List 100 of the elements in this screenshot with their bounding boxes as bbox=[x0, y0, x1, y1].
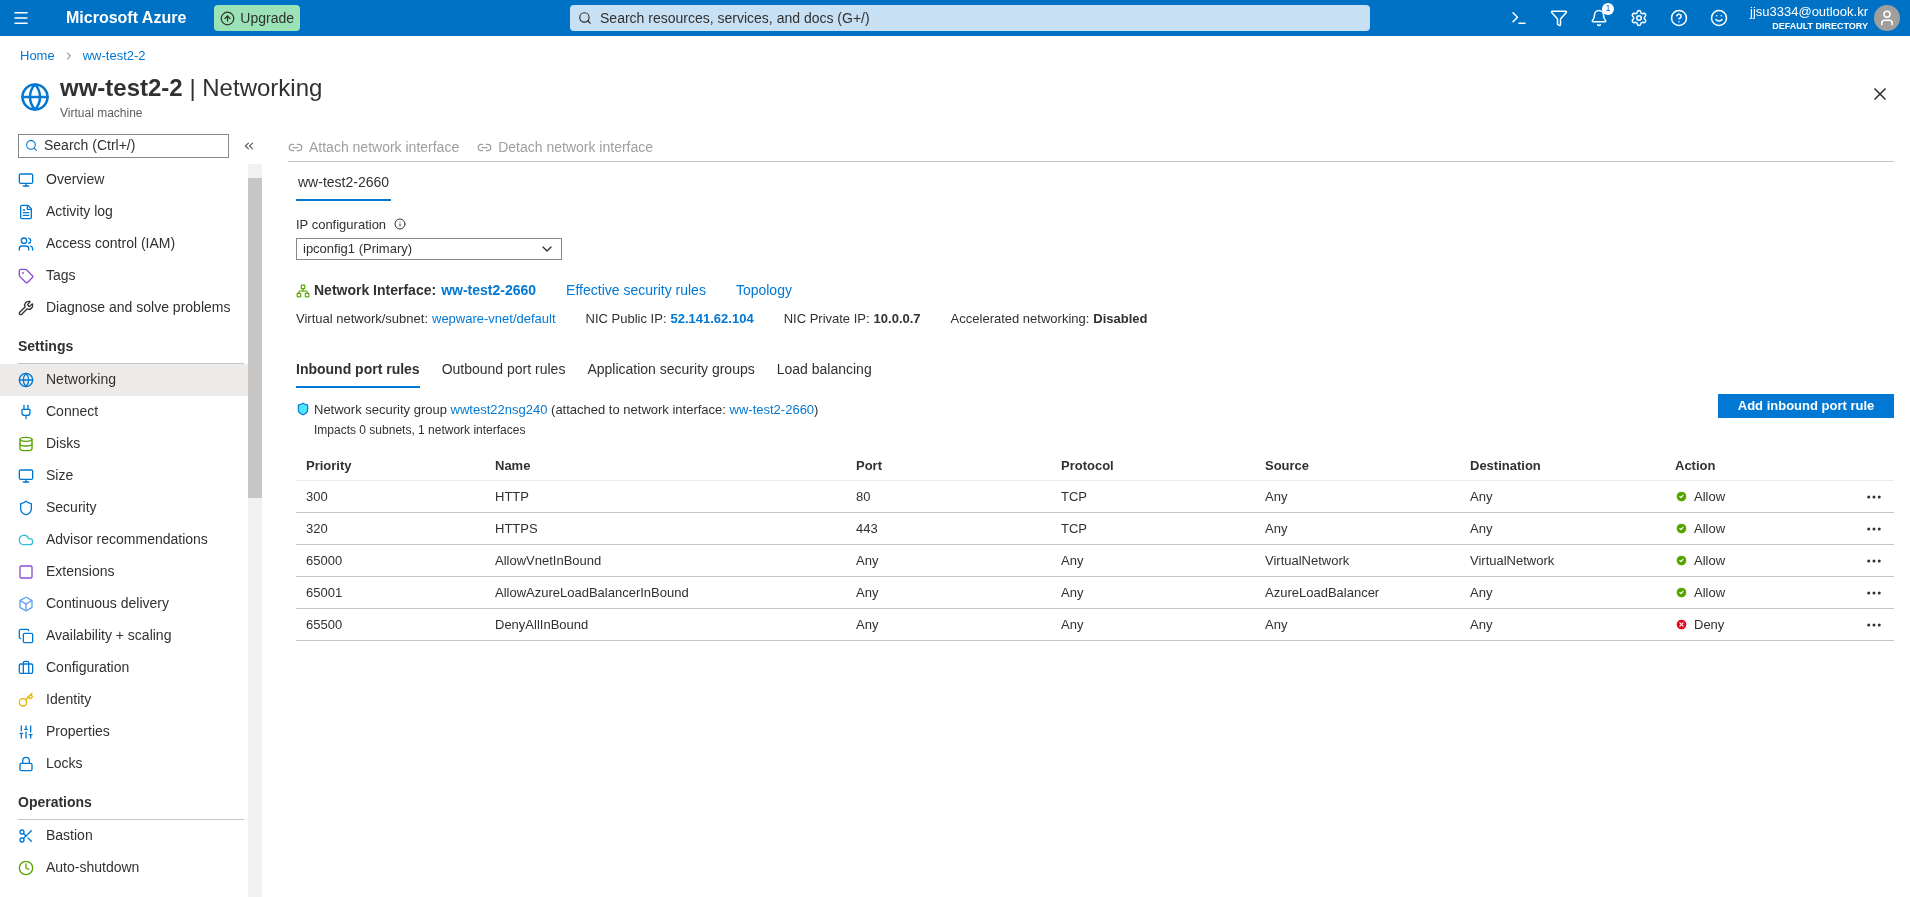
table-cell-text: 300 bbox=[305, 487, 329, 506]
nsg-description: Network security group wwtest22nsg240 (attached to network interface: ww-test2-2660) bbox=[314, 400, 819, 419]
detail-label: Virtual network/subnet: bbox=[296, 310, 428, 328]
brand-name[interactable]: Microsoft Azure bbox=[66, 6, 187, 30]
action-label: Allow bbox=[1694, 583, 1726, 602]
sidebar-item[interactable]: Bastion bbox=[0, 819, 248, 852]
table-cell-text: Any bbox=[1060, 583, 1085, 602]
action-label: Deny bbox=[1694, 615, 1725, 634]
detail-value: 10.0.0.7 bbox=[873, 310, 921, 328]
nsg-link[interactable]: wwtest22nsg240 bbox=[450, 401, 548, 417]
column-header[interactable]: Destination bbox=[1460, 455, 1665, 476]
column-header[interactable]: Name bbox=[485, 455, 846, 476]
column-header[interactable]: Port bbox=[846, 455, 1051, 476]
search-icon bbox=[25, 139, 38, 152]
sidebar-item[interactable]: Networking bbox=[0, 363, 248, 396]
table-cell-text: HTTP bbox=[494, 487, 530, 506]
globe-icon bbox=[18, 371, 34, 388]
column-header[interactable]: Protocol bbox=[1051, 455, 1255, 476]
table-cell-text: DenyAllInBound bbox=[494, 615, 590, 634]
check-icon bbox=[1675, 522, 1688, 535]
sidebar-section-heading: Operations bbox=[18, 779, 244, 820]
account-email[interactable]: jjsu3334@outlook.kr bbox=[1750, 4, 1868, 21]
check-icon bbox=[1675, 586, 1688, 599]
network-interface-icon bbox=[296, 283, 310, 298]
sidebar-item[interactable]: Connect bbox=[0, 395, 248, 428]
sidebar-item[interactable]: Availability + scaling bbox=[0, 619, 248, 652]
table-cell-text: Any bbox=[1264, 615, 1289, 634]
table-cell-text: TCP bbox=[1060, 519, 1088, 538]
notifications-icon[interactable] bbox=[1590, 9, 1608, 27]
nic-tab[interactable]: ww-test2-2660 bbox=[296, 171, 392, 201]
avatar-icon[interactable] bbox=[1874, 5, 1900, 31]
lock-icon bbox=[18, 755, 34, 772]
cross-icon bbox=[1675, 618, 1688, 631]
key-icon bbox=[18, 691, 34, 708]
info-icon bbox=[394, 218, 407, 231]
breadcrumb-link[interactable]: ww-test2-2 bbox=[82, 46, 146, 66]
network-interface-link[interactable]: ww-test2-2660 bbox=[441, 280, 537, 301]
column-header[interactable]: Action bbox=[1665, 455, 1854, 476]
sidebar-item[interactable]: Disks bbox=[0, 427, 248, 460]
table-cell-text: HTTPS bbox=[494, 519, 539, 538]
rule-tab[interactable]: Application security groups bbox=[587, 358, 755, 388]
ip-configuration-dropdown[interactable]: ipconfig1 (Primary) bbox=[296, 238, 562, 260]
sidebar-item[interactable]: Auto-shutdown bbox=[0, 851, 248, 884]
terminal-icon[interactable] bbox=[1510, 9, 1528, 27]
table-cell-text: AzureLoadBalancer bbox=[1264, 583, 1381, 602]
clock-icon bbox=[18, 859, 34, 876]
settings-icon[interactable] bbox=[1630, 9, 1648, 27]
sidebar-item[interactable]: Configuration bbox=[0, 651, 248, 684]
table-cell-text: Any bbox=[1469, 487, 1494, 506]
sidebar-item[interactable]: Diagnose and solve problems bbox=[0, 291, 248, 324]
feedback-icon[interactable] bbox=[1710, 9, 1728, 27]
search-field[interactable]: Search resources, services, and docs (G+/) bbox=[570, 5, 1370, 31]
network-link[interactable]: Topology bbox=[735, 280, 792, 301]
table-cell-text: Any bbox=[855, 583, 880, 602]
table-cell-text: 80 bbox=[855, 487, 872, 506]
sidebar-item[interactable]: Advisor recommendations bbox=[0, 523, 248, 556]
table-cell-text: Any bbox=[1264, 519, 1289, 538]
sidebar-item[interactable]: Locks bbox=[0, 747, 248, 780]
disk-icon bbox=[18, 435, 34, 452]
scaling-icon bbox=[18, 627, 34, 644]
breadcrumb-link[interactable]: Home bbox=[20, 46, 55, 66]
square-icon bbox=[18, 563, 34, 580]
sidebar-item[interactable]: Identity bbox=[0, 683, 248, 716]
plug-icon bbox=[18, 403, 34, 420]
monitor-icon bbox=[18, 467, 34, 484]
rule-tab[interactable]: Inbound port rules bbox=[296, 358, 420, 388]
table-cell-text: Any bbox=[1060, 551, 1085, 570]
column-header[interactable]: Source bbox=[1255, 455, 1460, 476]
column-header[interactable]: Priority bbox=[296, 455, 485, 476]
page-subtitle: Virtual machine bbox=[60, 104, 144, 122]
upgrade-button[interactable]: Upgrade bbox=[214, 5, 300, 31]
detail-value: Disabled bbox=[1093, 310, 1148, 328]
shield-icon bbox=[296, 402, 310, 417]
help-icon[interactable] bbox=[1670, 9, 1688, 27]
people-icon bbox=[18, 235, 34, 252]
table-cell-text: TCP bbox=[1060, 487, 1088, 506]
nic-link[interactable]: ww-test2-2660 bbox=[729, 401, 815, 417]
detail-link[interactable]: wepware-vnet/default bbox=[432, 309, 556, 329]
toolbox-icon bbox=[18, 659, 34, 676]
rule-tab[interactable]: Outbound port rules bbox=[441, 358, 566, 388]
filter-icon[interactable] bbox=[1550, 9, 1568, 27]
sidebar-item[interactable]: Activity log bbox=[0, 195, 248, 228]
field-label: IP configuration bbox=[296, 215, 387, 234]
sidebar-item[interactable]: Overview bbox=[0, 163, 248, 196]
network-link[interactable]: Effective security rules bbox=[566, 280, 706, 301]
add-inbound-rule-button[interactable]: Add inbound port rule bbox=[1718, 393, 1894, 418]
action-label: Allow bbox=[1694, 551, 1726, 570]
sidebar-item[interactable]: Security bbox=[0, 491, 248, 524]
table-cell-text: Any bbox=[855, 615, 880, 634]
sidebar-item[interactable]: Extensions bbox=[0, 555, 248, 588]
sidebar-search-field[interactable]: Search (Ctrl+/) bbox=[18, 133, 229, 158]
sidebar-item[interactable]: Access control (IAM) bbox=[0, 227, 248, 260]
table-cell-text: VirtualNetwork bbox=[1469, 551, 1556, 570]
sidebar-item[interactable]: Tags bbox=[0, 259, 248, 292]
sidebar-item[interactable]: Properties bbox=[0, 715, 248, 748]
sidebar-item[interactable]: Size bbox=[0, 459, 248, 492]
rule-tab[interactable]: Load balancing bbox=[776, 358, 872, 388]
detail-link[interactable]: 52.141.62.104 bbox=[670, 309, 754, 329]
sidebar-item[interactable]: Continuous delivery bbox=[0, 587, 248, 620]
scrollbar[interactable] bbox=[248, 163, 262, 897]
